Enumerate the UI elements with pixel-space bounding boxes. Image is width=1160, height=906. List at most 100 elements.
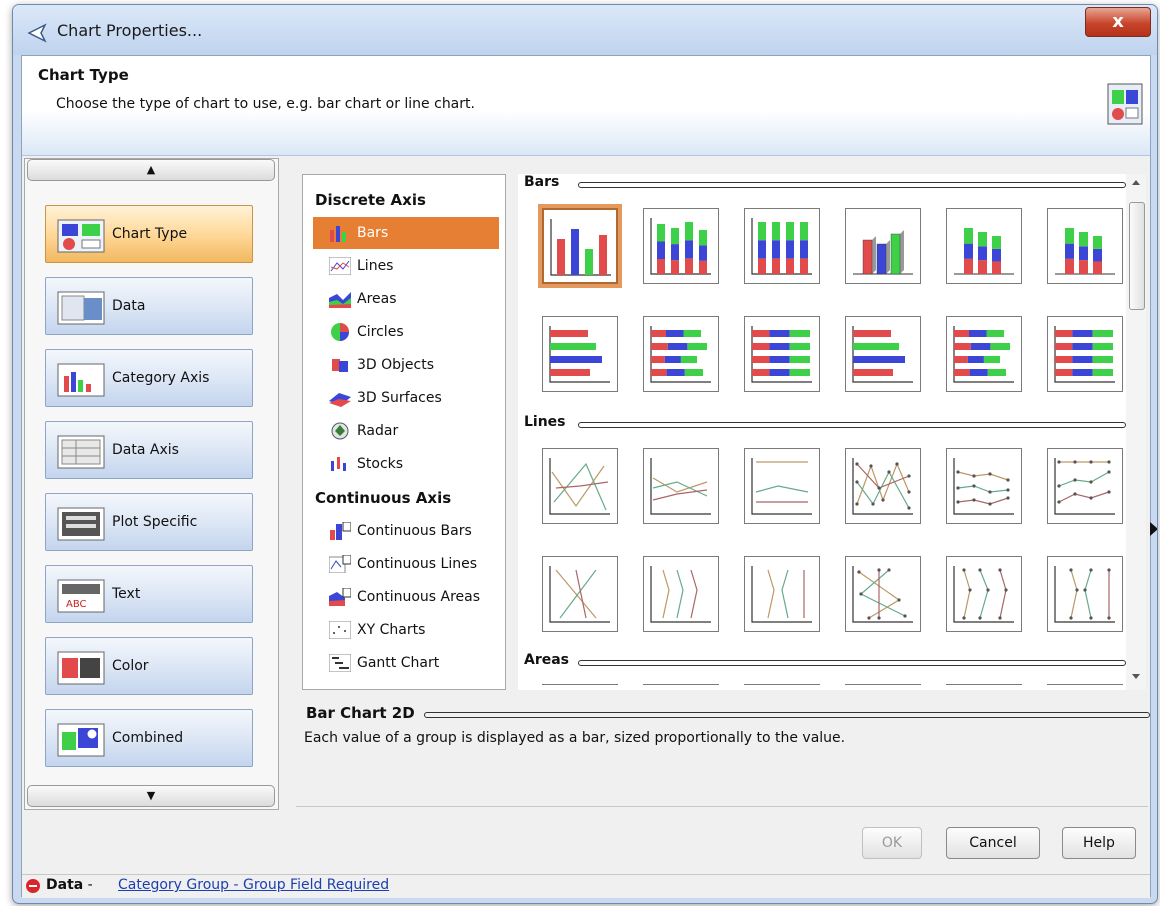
close-button[interactable]: x (1085, 7, 1151, 37)
scroll-up-icon[interactable] (1132, 180, 1140, 185)
status-error-link[interactable]: Category Group - Group Field Required (118, 877, 389, 893)
help-button[interactable]: Help (1062, 827, 1136, 859)
nav-label: Color (112, 658, 149, 674)
nav-data-button[interactable]: Data (45, 277, 253, 335)
gantt-chart-icon (329, 654, 351, 672)
line-chart-icon (1054, 458, 1115, 515)
3d-surfaces-icon (329, 393, 351, 407)
page-subtitle: Choose the type of chart to use, e.g. ba… (56, 96, 475, 112)
category-stocks[interactable]: Stocks (313, 448, 499, 480)
nav-label: Text (112, 586, 141, 602)
horizontal-bar-chart-icon (650, 326, 711, 383)
nav-scroll-down-button[interactable]: ▼ (27, 785, 275, 807)
category-label: Lines (357, 258, 394, 274)
line-chart-thumbnail-3[interactable] (744, 448, 820, 524)
vertical-line-chart-thumbnail-6[interactable] (1047, 556, 1123, 632)
vertical-line-chart-thumbnail-3[interactable] (744, 556, 820, 632)
area-chart-thumbnail-4[interactable] (845, 684, 921, 687)
category-continuous-bars[interactable]: Continuous Bars (313, 515, 499, 547)
gallery-scrollbar[interactable] (1126, 174, 1146, 690)
horizontal-bar-chart-thumbnail-4[interactable] (845, 316, 921, 392)
area-chart-thumbnail-5[interactable] (946, 684, 1022, 687)
expand-right-arrow-icon[interactable] (1150, 522, 1157, 536)
nav-plot-specific-button[interactable]: Plot Specific (45, 493, 253, 551)
stocks-icon (331, 457, 346, 471)
line-chart-thumbnail-6[interactable] (1047, 448, 1123, 524)
area-chart-thumbnail-1[interactable] (542, 684, 618, 687)
nav-data-axis-button[interactable]: Data Axis (45, 421, 253, 479)
page-title: Chart Type (38, 66, 129, 84)
line-chart-thumbnail-5[interactable] (946, 448, 1022, 524)
combined-icon (57, 723, 105, 757)
area-chart-thumbnail-2[interactable] (643, 684, 719, 687)
category-areas[interactable]: Areas (313, 283, 499, 315)
radar-icon (331, 422, 349, 440)
window-title: Chart Properties... (57, 21, 203, 40)
category-label: Bars (357, 225, 389, 241)
category-radar[interactable]: Radar (313, 415, 499, 447)
category-3d-objects[interactable]: 3D Objects (313, 349, 499, 381)
section-label: Lines (524, 414, 576, 430)
horizontal-bar-chart-thumbnail-1[interactable] (542, 316, 618, 392)
nav-combined-button[interactable]: Combined (45, 709, 253, 767)
nav-color-button[interactable]: Color (45, 637, 253, 695)
line-chart-thumbnail-2[interactable] (643, 448, 719, 524)
category-circles[interactable]: Circles (313, 316, 499, 348)
color-icon (57, 651, 105, 685)
nav-scroll-up-button[interactable]: ▲ (27, 159, 275, 181)
line-chart-thumbnail-1[interactable] (542, 448, 618, 524)
horizontal-bar-chart-icon (1054, 326, 1115, 383)
horizontal-bar-chart-thumbnail-2[interactable] (643, 316, 719, 392)
category-gantt-chart[interactable]: Gantt Chart (313, 647, 499, 679)
category-3d-surfaces[interactable]: 3D Surfaces (313, 382, 499, 414)
title-bar[interactable]: Chart Properties... x (13, 5, 1157, 55)
section-areas: Areas (518, 652, 1126, 674)
line-chart-thumbnail-4[interactable] (845, 448, 921, 524)
bar-chart-thumbnail-2[interactable] (643, 208, 719, 284)
vertical-line-chart-thumbnail-1[interactable] (542, 556, 618, 632)
cancel-button[interactable]: Cancel (946, 827, 1040, 859)
nav-label: Category Axis (112, 370, 210, 386)
section-lines: Lines (518, 414, 1126, 436)
bar-chart-thumbnail-6[interactable] (1047, 208, 1123, 284)
nav-category-axis-button[interactable]: Category Axis (45, 349, 253, 407)
bar-chart-thumbnail-5[interactable] (946, 208, 1022, 284)
nav-label: Combined (112, 730, 184, 746)
category-continuous-areas[interactable]: Continuous Areas (313, 581, 499, 613)
continuous-bars-icon (330, 522, 351, 540)
svg-text:ABC: ABC (66, 599, 87, 610)
nav-panel: ▲ Chart Type Data Category Axis Data Axis Pl… (24, 158, 279, 810)
chart-gallery: Bars Lines Areas (518, 174, 1146, 690)
category-xy-charts[interactable]: XY Charts (313, 614, 499, 646)
continuous-areas-icon (329, 588, 351, 606)
category-label: Areas (357, 291, 397, 307)
scroll-down-icon[interactable] (1132, 674, 1140, 679)
section-bars: Bars (518, 174, 1126, 196)
vertical-line-chart-thumbnail-5[interactable] (946, 556, 1022, 632)
horizontal-bar-chart-thumbnail-3[interactable] (744, 316, 820, 392)
bar-chart-thumbnail-1[interactable] (538, 204, 622, 288)
nav-label: Chart Type (112, 226, 188, 242)
area-chart-thumbnail-3[interactable] (744, 684, 820, 687)
vertical-line-chart-thumbnail-2[interactable] (643, 556, 719, 632)
line-chart-icon (852, 458, 913, 515)
category-bars[interactable]: Bars (313, 217, 499, 249)
xy-charts-icon (329, 621, 351, 639)
bar-chart-thumbnail-4[interactable] (845, 208, 921, 284)
horizontal-bar-chart-thumbnail-5[interactable] (946, 316, 1022, 392)
horizontal-bar-chart-thumbnail-6[interactable] (1047, 316, 1123, 392)
nav-label: Data Axis (112, 442, 179, 458)
nav-text-button[interactable]: ABC Text (45, 565, 253, 623)
vertical-line-chart-thumbnail-4[interactable] (845, 556, 921, 632)
ok-button[interactable]: OK (862, 827, 922, 859)
category-lines[interactable]: Lines (313, 250, 499, 282)
horizontal-bar-chart-icon (549, 326, 610, 383)
category-label: Stocks (357, 456, 404, 472)
category-continuous-lines[interactable]: Continuous Lines (313, 548, 499, 580)
chart-type-large-icon (1107, 83, 1143, 125)
category-label: Continuous Bars (357, 523, 472, 539)
gallery-scrollbar-thumb[interactable] (1129, 202, 1145, 310)
nav-chart-type-button[interactable]: Chart Type (45, 205, 253, 263)
area-chart-thumbnail-6[interactable] (1047, 684, 1123, 687)
bar-chart-thumbnail-3[interactable] (744, 208, 820, 284)
